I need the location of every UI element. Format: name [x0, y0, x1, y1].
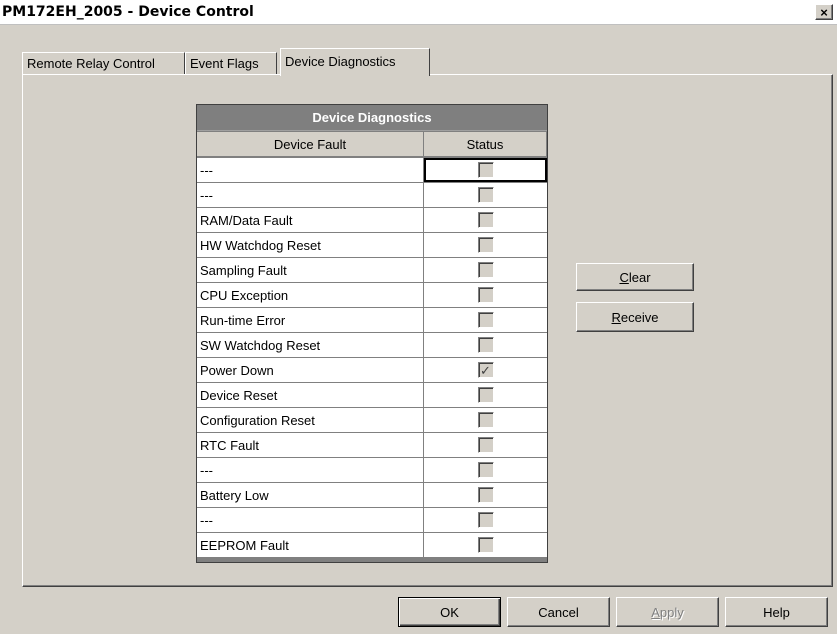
- apply-mnemonic: A: [651, 604, 660, 620]
- status-checkbox[interactable]: [477, 537, 494, 553]
- device-fault-cell: Configuration Reset: [197, 408, 424, 432]
- status-cell[interactable]: [424, 508, 547, 532]
- window-title: PM172EH_2005 - Device Control: [2, 4, 254, 20]
- status-checkbox[interactable]: [477, 162, 494, 178]
- receive-mnemonic: R: [611, 309, 621, 325]
- table-row: EEPROM Fault: [197, 533, 547, 558]
- device-fault-cell: Run-time Error: [197, 308, 424, 332]
- table-row: ---: [197, 508, 547, 533]
- column-header-device-fault[interactable]: Device Fault: [197, 132, 424, 156]
- device-fault-cell: Power Down: [197, 358, 424, 382]
- status-checkbox[interactable]: [477, 412, 494, 428]
- device-fault-cell: ---: [197, 458, 424, 482]
- device-fault-cell: CPU Exception: [197, 283, 424, 307]
- table-row: Run-time Error: [197, 308, 547, 333]
- status-cell[interactable]: [424, 483, 547, 507]
- tab-label: Device Diagnostics: [285, 54, 396, 69]
- status-cell[interactable]: [424, 408, 547, 432]
- status-cell[interactable]: [424, 383, 547, 407]
- cancel-label: Cancel: [538, 604, 579, 620]
- clear-label-rest: lear: [628, 269, 651, 285]
- device-fault-cell: ---: [197, 158, 424, 182]
- grid-header: Device Fault Status: [197, 132, 547, 157]
- status-cell[interactable]: [424, 333, 547, 357]
- status-cell[interactable]: ✓: [424, 358, 547, 382]
- device-fault-cell: RTC Fault: [197, 433, 424, 457]
- status-cell[interactable]: [424, 283, 547, 307]
- table-row: ---: [197, 458, 547, 483]
- cancel-button[interactable]: Cancel: [507, 597, 610, 627]
- status-checkbox[interactable]: [477, 437, 494, 453]
- table-row: ---: [197, 183, 547, 208]
- status-cell[interactable]: [424, 308, 547, 332]
- close-button[interactable]: ×: [815, 4, 833, 20]
- status-checkbox[interactable]: [477, 212, 494, 228]
- device-fault-cell: Sampling Fault: [197, 258, 424, 282]
- status-checkbox[interactable]: [477, 312, 494, 328]
- tab-device-diagnostics[interactable]: Device Diagnostics: [280, 48, 430, 76]
- grid-title: Device Diagnostics: [197, 105, 547, 131]
- tab-label: Remote Relay Control: [27, 56, 155, 71]
- device-fault-cell: EEPROM Fault: [197, 533, 424, 557]
- help-button[interactable]: Help: [725, 597, 828, 627]
- status-checkbox[interactable]: [477, 512, 494, 528]
- receive-button[interactable]: Receive: [576, 302, 694, 332]
- status-checkbox[interactable]: [477, 262, 494, 278]
- status-cell[interactable]: [424, 158, 547, 182]
- table-row: ---: [197, 158, 547, 183]
- device-fault-cell: RAM/Data Fault: [197, 208, 424, 232]
- checkmark-icon: ✓: [480, 362, 491, 378]
- column-header-status[interactable]: Status: [424, 132, 547, 156]
- diagnostics-grid: Device Diagnostics Device Fault Status -…: [196, 104, 548, 563]
- status-checkbox[interactable]: [477, 387, 494, 403]
- status-cell[interactable]: [424, 208, 547, 232]
- grid-rows: --- --- RAM/Data Fault HW Watchdog Reset Sam…: [197, 158, 547, 558]
- device-fault-cell: SW Watchdog Reset: [197, 333, 424, 357]
- close-icon: ×: [820, 4, 828, 20]
- status-checkbox[interactable]: [477, 487, 494, 503]
- device-fault-cell: HW Watchdog Reset: [197, 233, 424, 257]
- table-row: Device Reset: [197, 383, 547, 408]
- device-fault-cell: Device Reset: [197, 383, 424, 407]
- table-row: Configuration Reset: [197, 408, 547, 433]
- apply-label-rest: pply: [659, 604, 684, 620]
- status-cell[interactable]: [424, 233, 547, 257]
- status-checkbox[interactable]: [477, 462, 494, 478]
- status-cell[interactable]: [424, 433, 547, 457]
- tab-remote-relay-control[interactable]: Remote Relay Control: [22, 52, 185, 74]
- ok-label: OK: [440, 604, 459, 620]
- status-cell[interactable]: [424, 533, 547, 557]
- status-checkbox[interactable]: [477, 287, 494, 303]
- device-fault-cell: Battery Low: [197, 483, 424, 507]
- table-row: RTC Fault: [197, 433, 547, 458]
- table-row: CPU Exception: [197, 283, 547, 308]
- receive-label-rest: eceive: [620, 309, 659, 325]
- table-row: Power Down ✓: [197, 358, 547, 383]
- apply-button[interactable]: Apply: [616, 597, 719, 627]
- tab-label: Event Flags: [190, 56, 259, 71]
- table-row: RAM/Data Fault: [197, 208, 547, 233]
- device-fault-cell: ---: [197, 183, 424, 207]
- table-row: Sampling Fault: [197, 258, 547, 283]
- status-cell[interactable]: [424, 258, 547, 282]
- status-checkbox[interactable]: [477, 237, 494, 253]
- table-row: HW Watchdog Reset: [197, 233, 547, 258]
- status-checkbox[interactable]: ✓: [477, 362, 494, 378]
- device-fault-cell: ---: [197, 508, 424, 532]
- status-cell[interactable]: [424, 458, 547, 482]
- table-row: SW Watchdog Reset: [197, 333, 547, 358]
- status-checkbox[interactable]: [477, 187, 494, 203]
- title-bar: PM172EH_2005 - Device Control ×: [0, 0, 837, 25]
- help-label: Help: [763, 604, 790, 620]
- status-checkbox[interactable]: [477, 337, 494, 353]
- tab-event-flags[interactable]: Event Flags: [185, 52, 277, 74]
- clear-mnemonic: C: [619, 269, 629, 285]
- table-row: Battery Low: [197, 483, 547, 508]
- status-cell[interactable]: [424, 183, 547, 207]
- ok-button[interactable]: OK: [398, 597, 501, 627]
- clear-button[interactable]: Clear: [576, 263, 694, 291]
